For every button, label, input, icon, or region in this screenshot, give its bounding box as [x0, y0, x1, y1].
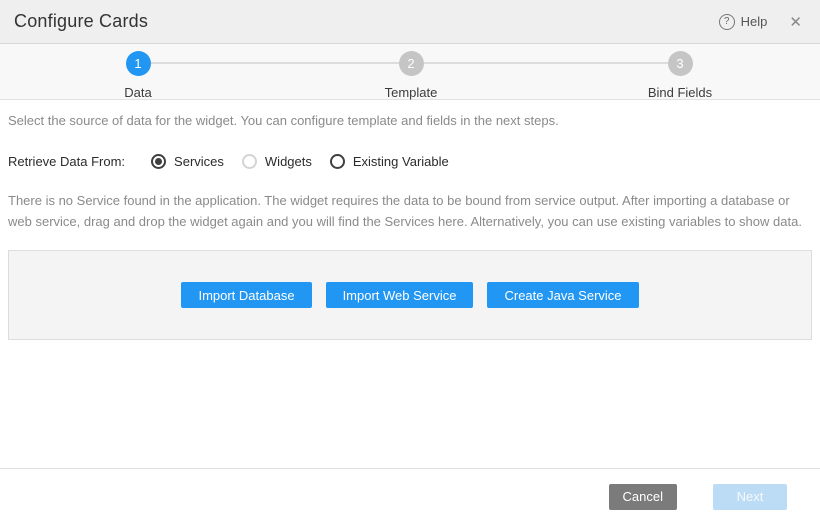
help-button[interactable]: ? Help — [719, 14, 768, 30]
radio-label: Existing Variable — [353, 154, 449, 169]
import-web-service-button[interactable]: Import Web Service — [326, 282, 474, 308]
header-actions: ? Help ✕ — [719, 11, 806, 33]
radio-button-icon — [151, 154, 166, 169]
radio-services[interactable]: Services — [151, 154, 224, 169]
dialog-footer: Cancel Next — [0, 468, 820, 524]
configure-cards-dialog: Configure Cards ? Help ✕ 1 Data 2 Templa… — [0, 0, 820, 524]
step-number-badge: 3 — [668, 51, 693, 76]
import-database-button[interactable]: Import Database — [181, 282, 311, 308]
step-number-badge: 1 — [126, 51, 151, 76]
radio-existing-variable[interactable]: Existing Variable — [330, 154, 449, 169]
retrieve-data-label: Retrieve Data From: — [8, 154, 125, 169]
step-bind-fields[interactable]: 3 Bind Fields — [610, 51, 750, 100]
step-label: Bind Fields — [648, 85, 712, 100]
create-java-service-button[interactable]: Create Java Service — [487, 282, 638, 308]
step-label: Template — [385, 85, 438, 100]
no-service-message: There is no Service found in the applica… — [8, 190, 812, 232]
page-title: Configure Cards — [14, 11, 148, 32]
step-label: Data — [124, 85, 151, 100]
step-number-badge: 2 — [399, 51, 424, 76]
radio-widgets[interactable]: Widgets — [242, 154, 312, 169]
radio-label: Widgets — [265, 154, 312, 169]
dialog-body: Select the source of data for the widget… — [0, 100, 820, 340]
retrieve-data-row: Retrieve Data From: Services Widgets Exi… — [8, 154, 812, 169]
intro-text: Select the source of data for the widget… — [8, 112, 812, 130]
dialog-header: Configure Cards ? Help ✕ — [0, 0, 820, 44]
next-button[interactable]: Next — [713, 484, 787, 510]
radio-button-icon — [242, 154, 257, 169]
step-data[interactable]: 1 Data — [68, 51, 208, 100]
help-label: Help — [741, 14, 768, 29]
radio-label: Services — [174, 154, 224, 169]
close-icon[interactable]: ✕ — [785, 11, 806, 33]
service-actions-panel: Import Database Import Web Service Creat… — [8, 250, 812, 340]
wizard-stepper: 1 Data 2 Template 3 Bind Fields — [0, 44, 820, 100]
step-template[interactable]: 2 Template — [341, 51, 481, 100]
help-question-icon: ? — [719, 14, 735, 30]
cancel-button[interactable]: Cancel — [609, 484, 677, 510]
radio-button-icon — [330, 154, 345, 169]
